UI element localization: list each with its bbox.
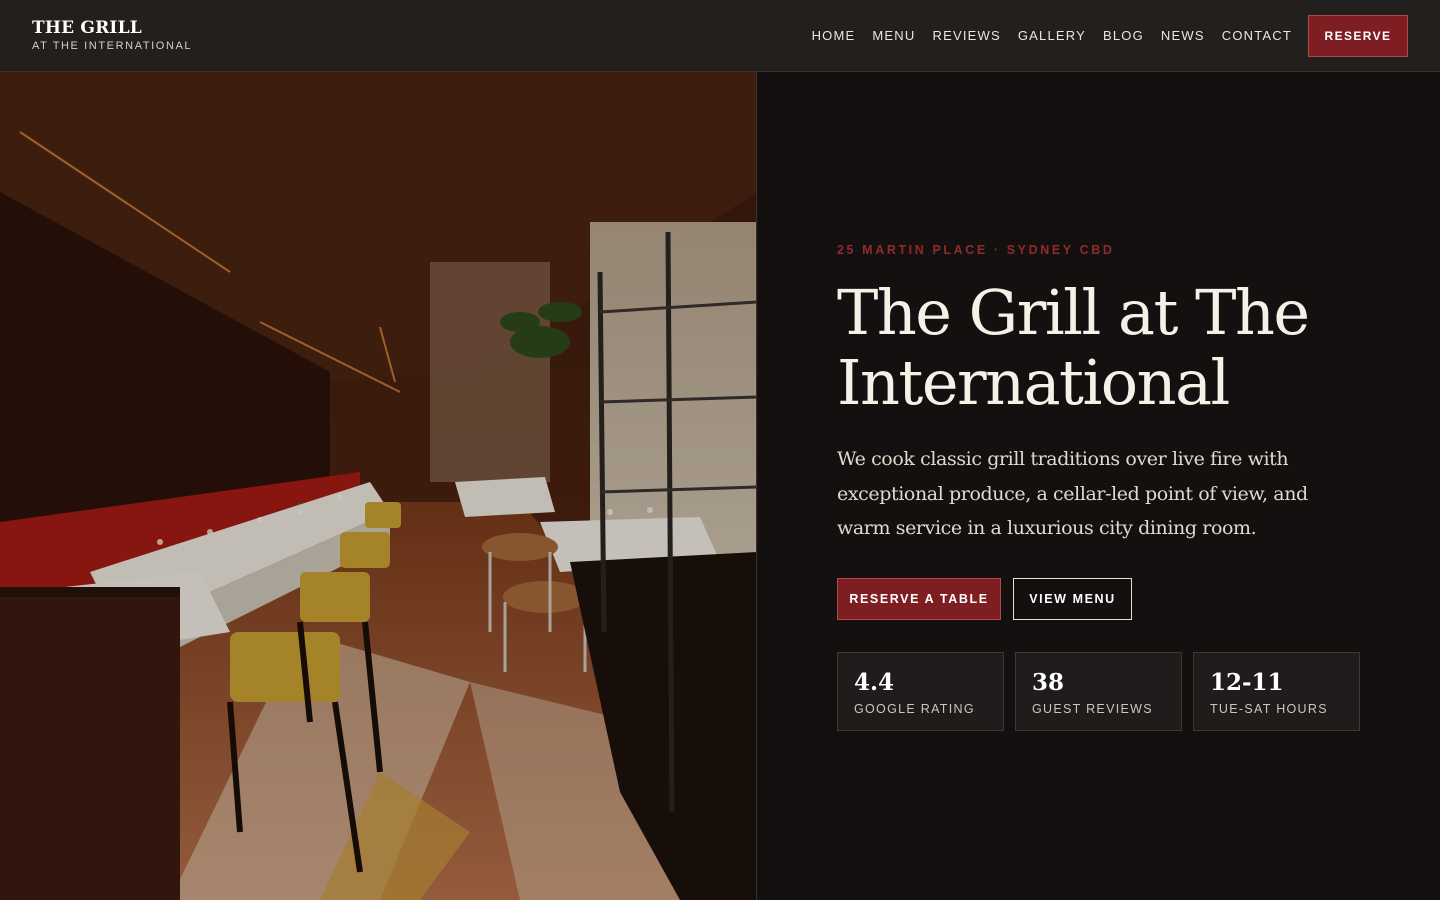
reserve-table-button[interactable]: RESERVE A TABLE [837, 578, 1001, 620]
brand-name: THE GRILL [32, 18, 142, 38]
nav-news[interactable]: NEWS [1161, 0, 1205, 72]
stat-label: GOOGLE RATING [854, 702, 975, 716]
reserve-button[interactable]: RESERVE [1308, 15, 1408, 57]
photo-divider [756, 72, 757, 900]
stat-card-rating: 4.4 GOOGLE RATING [837, 652, 1004, 731]
site-header: THE GRILL AT THE INTERNATIONAL HOME MENU… [0, 0, 1440, 72]
brand-logo[interactable]: THE GRILL AT THE INTERNATIONAL [32, 18, 192, 53]
hero-cta-row: RESERVE A TABLE VIEW MENU [837, 578, 1132, 620]
view-menu-button[interactable]: VIEW MENU [1013, 578, 1132, 620]
nav-blog[interactable]: BLOG [1103, 0, 1144, 72]
hero-title: The Grill at The International [837, 276, 1310, 419]
nav-menu[interactable]: MENU [872, 0, 915, 72]
stat-card-reviews: 38 GUEST REVIEWS [1015, 652, 1182, 731]
hero-content: 25 MARTIN PLACE · SYDNEY CBD The Grill a… [837, 240, 1397, 546]
nav-home[interactable]: HOME [812, 0, 856, 72]
stat-value: 38 [1032, 669, 1065, 696]
hero-restaurant-photo [0, 72, 757, 900]
brand-subtitle: AT THE INTERNATIONAL [32, 40, 193, 52]
nav-reviews[interactable]: REVIEWS [932, 0, 1000, 72]
stat-value: 12-11 [1210, 669, 1284, 696]
stat-value: 4.4 [854, 669, 895, 696]
stat-label: TUE-SAT HOURS [1210, 702, 1328, 716]
stat-label: GUEST REVIEWS [1032, 702, 1153, 716]
hero-location: 25 MARTIN PLACE · SYDNEY CBD [837, 243, 1115, 257]
hero-description: We cook classic grill traditions over li… [837, 448, 1308, 539]
nav-contact[interactable]: CONTACT [1222, 0, 1292, 72]
nav-gallery[interactable]: GALLERY [1018, 0, 1086, 72]
hero-stats: 4.4 GOOGLE RATING 38 GUEST REVIEWS 12-11… [837, 652, 1360, 731]
main-nav: HOME MENU REVIEWS GALLERY BLOG NEWS CONT… [812, 0, 1292, 72]
stat-card-hours: 12-11 TUE-SAT HOURS [1193, 652, 1360, 731]
